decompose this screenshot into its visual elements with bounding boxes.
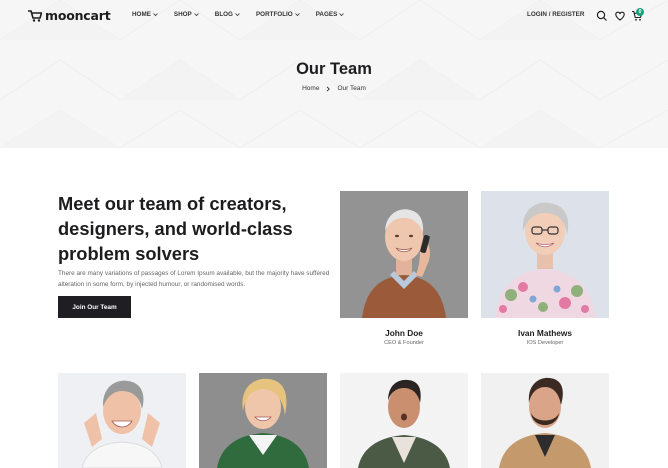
page-title: Our Team xyxy=(296,60,372,78)
breadcrumb: Home Our Team xyxy=(0,85,668,92)
cart-logo-icon xyxy=(28,9,42,22)
menu-item-portfolio[interactable]: PORTFOLIO xyxy=(256,11,300,18)
menu-item-home[interactable]: HOME xyxy=(132,11,158,18)
menu-label: BLOG xyxy=(214,11,233,18)
menu-item-pages[interactable]: PAGES xyxy=(316,11,345,18)
intro-description: There are many variations of passages of… xyxy=(58,270,330,288)
hero-banner: mooncart HOME SHOP BLOG PORTFOLIO PAGES … xyxy=(0,0,668,148)
breadcrumb-home-link[interactable]: Home xyxy=(302,85,319,92)
menu-label: HOME xyxy=(132,11,151,18)
member-photo xyxy=(340,373,468,468)
member-photo xyxy=(481,373,609,468)
menu-item-blog[interactable]: BLOG xyxy=(215,11,240,18)
chevron-down-icon xyxy=(153,13,158,17)
member-photo xyxy=(58,373,186,468)
main-menu: HOME SHOP BLOG PORTFOLIO PAGES xyxy=(132,11,360,18)
menu-label: PORTFOLIO xyxy=(255,11,293,18)
member-role: IOS Developer xyxy=(526,340,564,346)
member-name: John Doe xyxy=(385,328,423,338)
menu-item-shop[interactable]: SHOP xyxy=(174,11,199,18)
team-page: mooncart HOME SHOP BLOG PORTFOLIO PAGES … xyxy=(0,0,668,468)
member-photo xyxy=(199,373,327,468)
menu-label: PAGES xyxy=(315,11,338,18)
cart-count-badge: 0 xyxy=(636,8,644,16)
team-member-card[interactable] xyxy=(58,373,186,468)
member-photo xyxy=(340,191,468,318)
chevron-down-icon xyxy=(193,13,199,17)
chevron-down-icon xyxy=(235,13,240,17)
logo-text: mooncart xyxy=(45,8,111,23)
chevron-down-icon xyxy=(294,13,300,17)
chevron-down-icon xyxy=(339,13,345,17)
team-member-card[interactable] xyxy=(199,373,327,468)
chevron-right-icon xyxy=(327,85,331,92)
team-member-card[interactable]: Ivan Mathews IOS Developer xyxy=(481,191,609,351)
team-member-card[interactable] xyxy=(340,373,468,468)
breadcrumb-current: Our Team xyxy=(337,85,366,92)
site-logo[interactable]: mooncart xyxy=(28,8,111,23)
member-name: Ivan Mathews xyxy=(518,328,572,338)
top-navigation: mooncart HOME SHOP BLOG PORTFOLIO PAGES … xyxy=(0,0,668,32)
menu-label: SHOP xyxy=(173,11,192,18)
intro-heading: Meet our team of creators, designers, an… xyxy=(58,193,293,264)
team-member-card[interactable]: John Doe CEO & Founder xyxy=(340,191,468,351)
team-member-card[interactable] xyxy=(481,373,609,468)
login-register-link[interactable]: LOGIN / REGISTER xyxy=(527,11,584,18)
search-icon[interactable] xyxy=(596,10,608,22)
join-our-team-button[interactable]: Join Our Team xyxy=(58,296,131,318)
wishlist-heart-icon[interactable] xyxy=(614,10,626,22)
member-photo xyxy=(481,191,609,318)
member-role: CEO & Founder xyxy=(384,340,424,346)
